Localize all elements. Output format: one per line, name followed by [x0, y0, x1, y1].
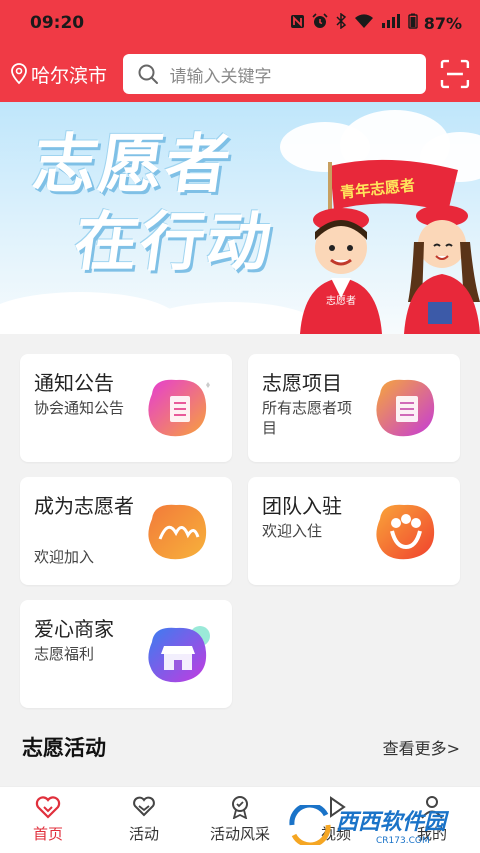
nfc-icon — [290, 14, 305, 33]
nav-item-showcase[interactable]: 活动风采 — [192, 787, 288, 853]
card-title: 成为志愿者 — [34, 494, 134, 518]
status-time: 09:20 — [30, 13, 85, 33]
nav-label: 首页 — [32, 825, 63, 843]
nav-label: 活动风采 — [209, 825, 270, 843]
watermark-main: 西西软件园 — [336, 810, 447, 835]
card-title: 团队入驻 — [262, 494, 342, 518]
watermark-sub: CR173.COM — [376, 836, 430, 846]
location-label: 哈尔滨市 — [31, 64, 108, 87]
card-title: 通知公告 — [34, 371, 114, 395]
card-subtitle: 协会通知公告 — [34, 399, 125, 417]
document-icon — [148, 379, 210, 437]
view-more-link[interactable]: 查看更多> — [383, 735, 460, 759]
status-bar: 09:20 87% — [0, 0, 480, 46]
volunteer-icon — [148, 504, 207, 560]
heart-home-icon — [35, 796, 61, 819]
card-become-volunteer[interactable]: 成为志愿者 欢迎加入 — [20, 477, 232, 585]
banner[interactable]: 志愿者 在行动 青年志愿者 志愿者 — [0, 102, 480, 334]
watermark: 西西软件园 CR173.COM — [288, 800, 466, 850]
banner-line-1: 志愿者 — [28, 128, 237, 202]
card-title: 志愿项目 — [262, 371, 342, 395]
location-selector[interactable]: 哈尔滨市 — [10, 61, 123, 88]
bluetooth-icon — [335, 12, 347, 33]
battery-icon — [408, 13, 418, 33]
top-bar: 哈尔滨市 请输入关键字 — [0, 46, 480, 102]
card-team-join[interactable]: 团队入驻 欢迎入住 — [248, 477, 460, 585]
wifi-icon — [354, 13, 374, 33]
heart-hands-icon — [133, 796, 155, 817]
search-placeholder: 请输入关键字 — [169, 66, 272, 87]
card-projects[interactable]: 志愿项目 所有志愿者项目 — [248, 354, 460, 462]
card-subtitle: 志愿福利 — [34, 645, 95, 663]
card-subtitle: 所有志愿者项目 — [262, 399, 353, 437]
search-input[interactable]: 请输入关键字 — [123, 54, 427, 94]
scan-icon[interactable] — [440, 59, 470, 89]
nav-label: 活动 — [128, 825, 159, 843]
boy-illustration — [300, 208, 382, 334]
status-icons: 87% — [290, 12, 462, 33]
card-charity-merchant[interactable]: 爱心商家 志愿福利 — [20, 600, 232, 708]
award-icon — [232, 796, 248, 819]
card-subtitle: 欢迎加入 — [34, 548, 95, 566]
alarm-icon — [312, 13, 328, 33]
banner-line-2: 在行动 — [69, 206, 278, 280]
nav-item-home[interactable]: 首页 — [0, 787, 96, 853]
location-pin-icon — [11, 63, 27, 85]
list-icon — [376, 379, 435, 437]
girl-illustration — [404, 205, 480, 334]
card-title: 爱心商家 — [34, 617, 114, 641]
team-icon — [376, 504, 435, 560]
badge-text: 志愿者 — [326, 296, 356, 307]
shop-icon — [148, 626, 210, 683]
watermark-logo-icon — [289, 805, 331, 845]
card-notice[interactable]: 通知公告 协会通知公告 — [20, 354, 232, 462]
signal-icon — [381, 13, 401, 33]
nav-item-activity[interactable]: 活动 — [96, 787, 192, 853]
battery-percent: 87% — [423, 13, 462, 33]
section-title: 志愿活动 — [22, 736, 106, 760]
card-subtitle: 欢迎入住 — [262, 522, 323, 540]
banner-title: 志愿者 在行动 — [17, 126, 289, 282]
search-icon — [138, 64, 159, 84]
